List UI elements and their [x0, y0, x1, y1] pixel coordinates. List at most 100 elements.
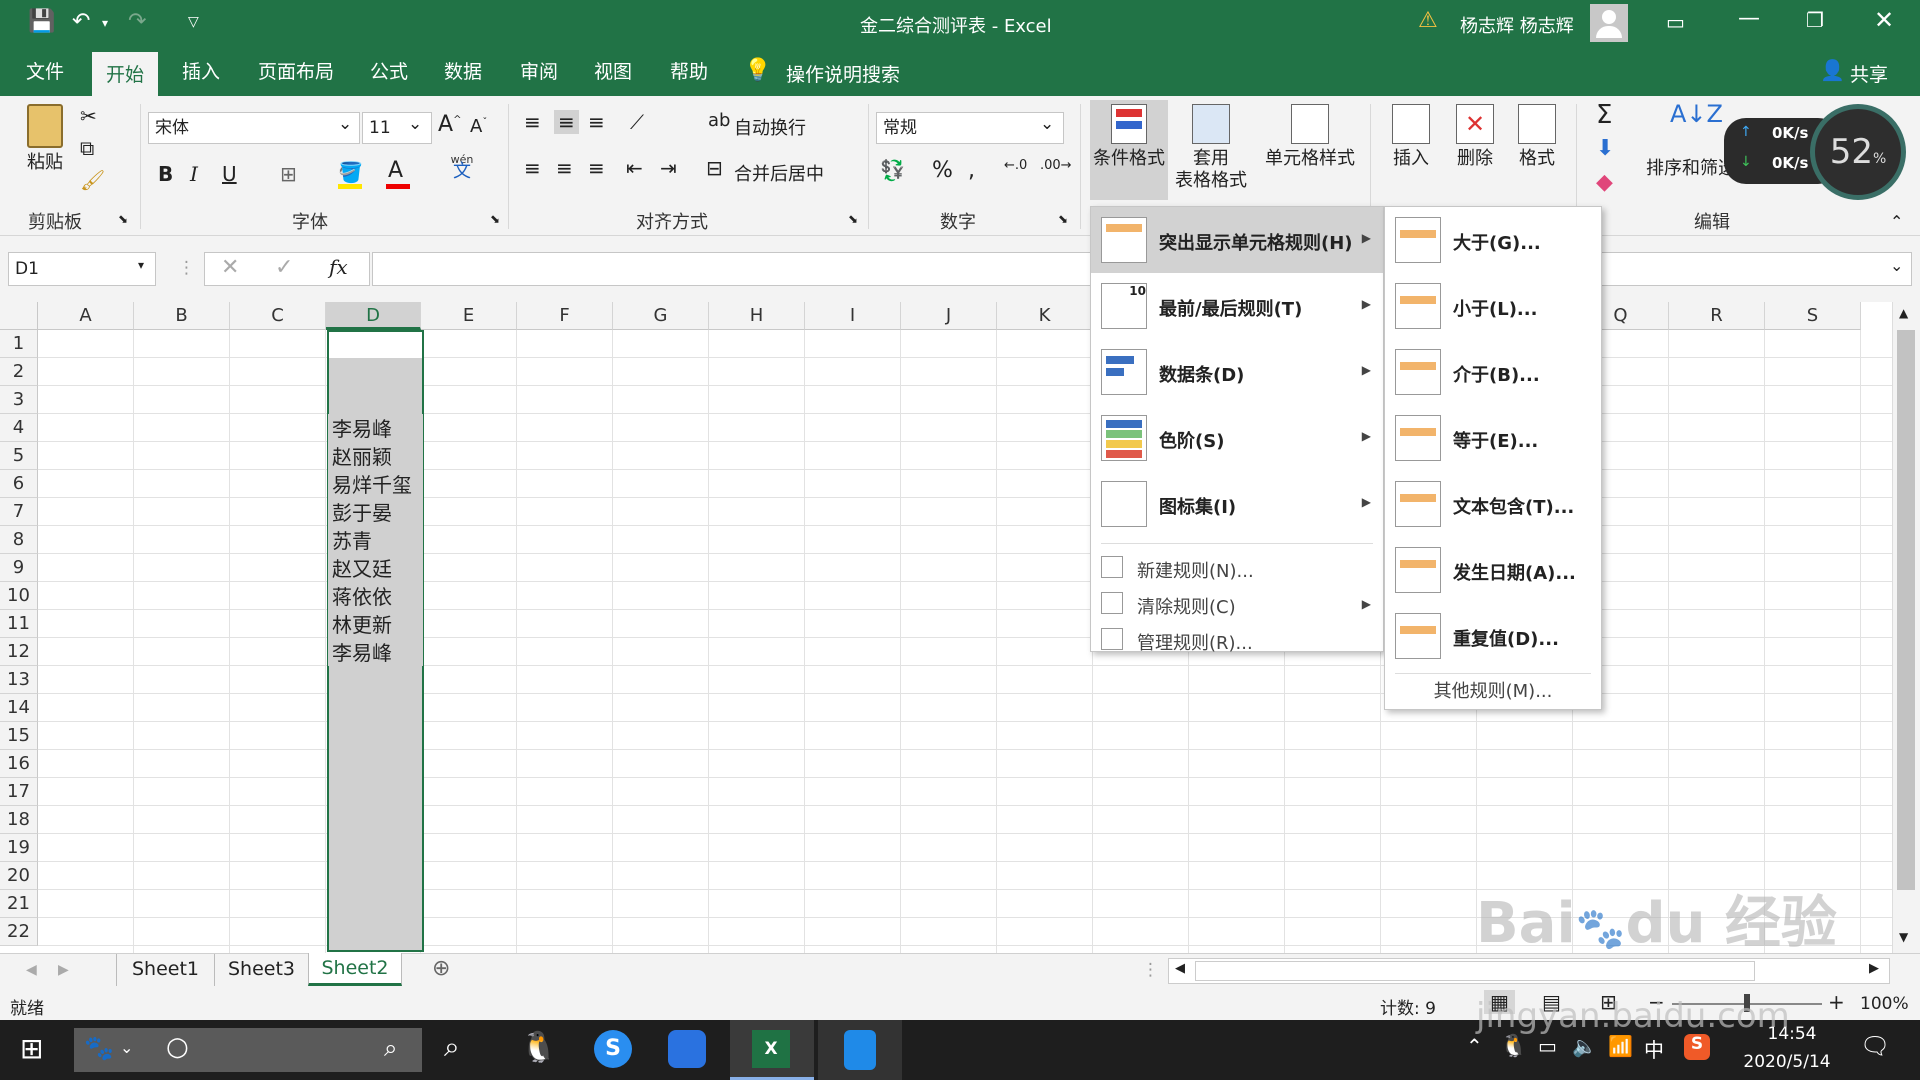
- row-header[interactable]: 7: [0, 498, 38, 526]
- column-header[interactable]: R: [1669, 302, 1765, 330]
- h-scroll-thumb[interactable]: [1195, 961, 1755, 981]
- column-header[interactable]: H: [709, 302, 805, 330]
- submenu-item[interactable]: 发生日期(A)...: [1385, 537, 1601, 603]
- avatar[interactable]: [1590, 4, 1628, 42]
- battery-icon[interactable]: ▭: [1538, 1034, 1557, 1058]
- qq-tray-icon[interactable]: 🐧: [1500, 1034, 1527, 1059]
- chevron-down-icon[interactable]: ⌄: [408, 114, 422, 134]
- underline-icon[interactable]: U: [222, 162, 237, 186]
- row-header[interactable]: 19: [0, 834, 38, 862]
- paste-button[interactable]: 粘贴: [18, 104, 72, 174]
- submenu-item[interactable]: 重复值(D)...: [1385, 603, 1601, 669]
- font-name-select[interactable]: 宋体: [148, 112, 360, 144]
- ribbon-display-icon[interactable]: ▭: [1666, 10, 1685, 34]
- align-center-icon[interactable]: ≡: [556, 156, 573, 180]
- tab-help[interactable]: 帮助: [656, 46, 722, 96]
- chevron-down-icon[interactable]: ⌄: [1040, 114, 1054, 134]
- font-color-icon[interactable]: A: [388, 158, 403, 183]
- column-header[interactable]: F: [517, 302, 613, 330]
- menu-item-icon-sets[interactable]: 图标集(I) ▶: [1091, 471, 1383, 537]
- row-header[interactable]: 10: [0, 582, 38, 610]
- autosum-icon[interactable]: Σ: [1596, 100, 1612, 130]
- cell-D6[interactable]: 易烊千玺: [328, 470, 423, 498]
- sort-filter-icon[interactable]: A↓Z: [1670, 100, 1723, 128]
- fill-icon[interactable]: ⬇: [1596, 136, 1614, 161]
- column-header[interactable]: K: [997, 302, 1093, 330]
- row-header[interactable]: 9: [0, 554, 38, 582]
- scroll-right-icon[interactable]: ▶: [1869, 961, 1879, 976]
- chevron-down-icon[interactable]: ⌄: [120, 1038, 133, 1057]
- increase-font-icon[interactable]: A^: [438, 112, 461, 137]
- phonetic-icon[interactable]: wén 文: [448, 154, 476, 181]
- cell-D8[interactable]: 苏青: [328, 526, 423, 554]
- row-header[interactable]: 20: [0, 862, 38, 890]
- chevron-down-icon[interactable]: ⌄: [338, 114, 352, 134]
- row-header[interactable]: 4: [0, 414, 38, 442]
- wrap-text-icon[interactable]: ab: [708, 110, 730, 131]
- bold-icon[interactable]: B: [158, 162, 173, 186]
- menu-item-color-scales[interactable]: 色阶(S) ▶: [1091, 405, 1383, 471]
- select-all-corner[interactable]: [0, 302, 38, 330]
- cell-styles-button[interactable]: 单元格样式: [1256, 100, 1364, 170]
- insert-function-icon[interactable]: fx: [329, 255, 348, 279]
- user-name[interactable]: 杨志辉 杨志辉: [1460, 12, 1574, 38]
- cell-D7[interactable]: 彭于晏: [328, 498, 423, 526]
- windows-start-icon[interactable]: ⊞: [20, 1032, 43, 1065]
- insert-cells-button[interactable]: 插入: [1380, 100, 1442, 170]
- comma-icon[interactable]: ,: [968, 158, 975, 183]
- tab-file[interactable]: 文件: [12, 46, 78, 96]
- horizontal-scrollbar[interactable]: ◀ ▶: [1168, 958, 1890, 984]
- fill-color-icon[interactable]: 🪣: [338, 160, 363, 184]
- vertical-scrollbar[interactable]: ▲ ▼: [1892, 302, 1920, 953]
- align-left-icon[interactable]: ≡: [524, 156, 541, 180]
- close-icon[interactable]: ✕: [1874, 6, 1894, 34]
- dialog-launcher-icon[interactable]: ⬊: [848, 212, 858, 226]
- restore-icon[interactable]: ❐: [1806, 8, 1824, 32]
- worksheet-grid[interactable]: ABCDEFGHIJKQRS 1 2 3 4 5 6 7 8 9 10 11 12 13 14 15 16 17…: [0, 302, 1920, 953]
- menu-item-data-bars[interactable]: 数据条(D) ▶: [1091, 339, 1383, 405]
- prev-sheet-icon[interactable]: ◀: [26, 962, 37, 978]
- row-header[interactable]: 3: [0, 386, 38, 414]
- cancel-icon[interactable]: ✕: [221, 255, 239, 280]
- menu-item-clear-rules[interactable]: 清除规则(C) ▶: [1091, 587, 1383, 621]
- dialog-launcher-icon[interactable]: ⬊: [490, 212, 500, 226]
- align-middle-icon[interactable]: ≡: [554, 110, 579, 134]
- name-box[interactable]: D1: [8, 252, 156, 286]
- sheet-tab-sheet1[interactable]: Sheet1: [116, 954, 214, 986]
- show-hidden-icons[interactable]: ⌃: [1466, 1034, 1483, 1058]
- border-icon[interactable]: ⊞: [280, 162, 297, 186]
- sheet-tab-sheet2[interactable]: Sheet2: [308, 953, 402, 986]
- row-header[interactable]: 1: [0, 330, 38, 358]
- submenu-item[interactable]: 小于(L)...: [1385, 273, 1601, 339]
- scroll-left-icon[interactable]: ◀: [1175, 961, 1185, 976]
- tab-view[interactable]: 视图: [580, 46, 646, 96]
- conditional-format-button[interactable]: 条件格式: [1090, 100, 1168, 200]
- qq-icon[interactable]: 🐧: [520, 1030, 557, 1065]
- network-icon[interactable]: 📶: [1608, 1034, 1633, 1058]
- row-header[interactable]: 13: [0, 666, 38, 694]
- chevron-down-icon[interactable]: ▾: [138, 258, 144, 272]
- cell-D4[interactable]: 李易峰: [328, 414, 423, 442]
- sogou-browser-icon[interactable]: S: [594, 1030, 632, 1068]
- cell-D12[interactable]: 李易峰: [328, 638, 423, 666]
- row-header[interactable]: 22: [0, 918, 38, 946]
- taskbar-search-box[interactable]: 🐾 ⌄ ○ ⌕: [74, 1028, 422, 1072]
- format-painter-icon[interactable]: 🖌: [80, 168, 105, 192]
- scroll-down-icon[interactable]: ▼: [1899, 930, 1908, 944]
- align-bottom-icon[interactable]: ≡: [588, 110, 605, 134]
- wrap-text-button[interactable]: 自动换行: [734, 114, 806, 140]
- row-header[interactable]: 5: [0, 442, 38, 470]
- delete-cells-button[interactable]: ✕ 删除: [1444, 100, 1506, 170]
- format-as-table-button[interactable]: 套用 表格格式: [1170, 100, 1252, 192]
- orientation-icon[interactable]: ⟋: [630, 110, 644, 134]
- cell-D5[interactable]: 赵丽颖: [328, 442, 423, 470]
- cell-D11[interactable]: 林更新: [328, 610, 423, 638]
- row-header[interactable]: 8: [0, 526, 38, 554]
- cortana-icon[interactable]: ○: [166, 1032, 189, 1062]
- ime-indicator[interactable]: 中: [1644, 1034, 1664, 1063]
- row-header[interactable]: 15: [0, 722, 38, 750]
- clear-icon[interactable]: ◆: [1596, 170, 1613, 195]
- search-icon[interactable]: ⌕: [444, 1030, 460, 1064]
- tab-insert[interactable]: 插入: [168, 46, 234, 96]
- currency-icon[interactable]: 💱: [880, 158, 905, 182]
